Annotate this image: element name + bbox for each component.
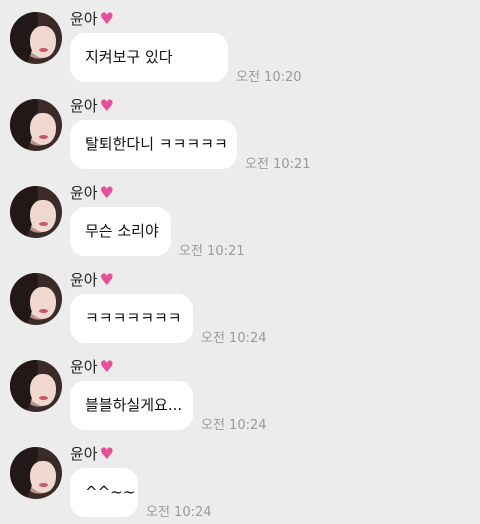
heart-icon: ♥	[99, 8, 114, 28]
avatar[interactable]	[10, 360, 62, 412]
heart-icon: ♥	[99, 95, 114, 115]
sender-name: 윤아 ♥	[70, 95, 114, 116]
sender-name: 윤아 ♥	[70, 443, 114, 464]
heart-icon: ♥	[99, 182, 114, 202]
message-row: 윤아 ♥ 지켜보구 있다 오전 10:20	[0, 0, 480, 87]
message-bubble[interactable]: 무슨 소리야	[70, 207, 171, 256]
sender-label: 윤아	[70, 445, 98, 463]
sender-name: 윤아 ♥	[70, 269, 114, 290]
heart-icon: ♥	[99, 269, 114, 289]
message-row: 윤아 ♥ 블블하실게요... 오전 10:24	[0, 348, 480, 435]
sender-label: 윤아	[70, 271, 98, 289]
message-timestamp: 오전 10:21	[245, 157, 311, 172]
sender-name: 윤아 ♥	[70, 356, 114, 377]
avatar[interactable]	[10, 99, 62, 151]
message-row: 윤아 ♥ ㅋㅋㅋㅋㅋㅋㅋ 오전 10:24	[0, 261, 480, 348]
message-timestamp: 오전 10:24	[201, 418, 267, 433]
sender-label: 윤아	[70, 184, 98, 202]
sender-label: 윤아	[70, 10, 98, 28]
sender-label: 윤아	[70, 97, 98, 115]
message-bubble[interactable]: 탈퇴한다니 ㅋㅋㅋㅋㅋ	[70, 120, 237, 169]
message-bubble[interactable]: 블블하실게요...	[70, 381, 193, 430]
heart-icon: ♥	[99, 443, 114, 463]
message-row: 윤아 ♥ 탈퇴한다니 ㅋㅋㅋㅋㅋ 오전 10:21	[0, 87, 480, 174]
avatar[interactable]	[10, 12, 62, 64]
message-row: 윤아 ♥ ^^~~ 오전 10:24	[0, 435, 480, 522]
sender-label: 윤아	[70, 358, 98, 376]
message-timestamp: 오전 10:21	[179, 244, 245, 259]
chat-thread: 윤아 ♥ 지켜보구 있다 오전 10:20 윤아 ♥ 탈퇴한다니 ㅋㅋㅋㅋㅋ 오전 …	[0, 0, 480, 524]
sender-name: 윤아 ♥	[70, 182, 114, 203]
message-bubble[interactable]: ^^~~	[70, 468, 138, 517]
heart-icon: ♥	[99, 356, 114, 376]
sender-name: 윤아 ♥	[70, 8, 114, 29]
message-timestamp: 오전 10:20	[236, 70, 302, 85]
avatar[interactable]	[10, 186, 62, 238]
message-bubble[interactable]: ㅋㅋㅋㅋㅋㅋㅋ	[70, 294, 193, 343]
avatar[interactable]	[10, 447, 62, 499]
avatar[interactable]	[10, 273, 62, 325]
message-timestamp: 오전 10:24	[201, 331, 267, 346]
message-timestamp: 오전 10:24	[146, 505, 212, 520]
message-bubble[interactable]: 지켜보구 있다	[70, 33, 228, 82]
message-row: 윤아 ♥ 무슨 소리야 오전 10:21	[0, 174, 480, 261]
